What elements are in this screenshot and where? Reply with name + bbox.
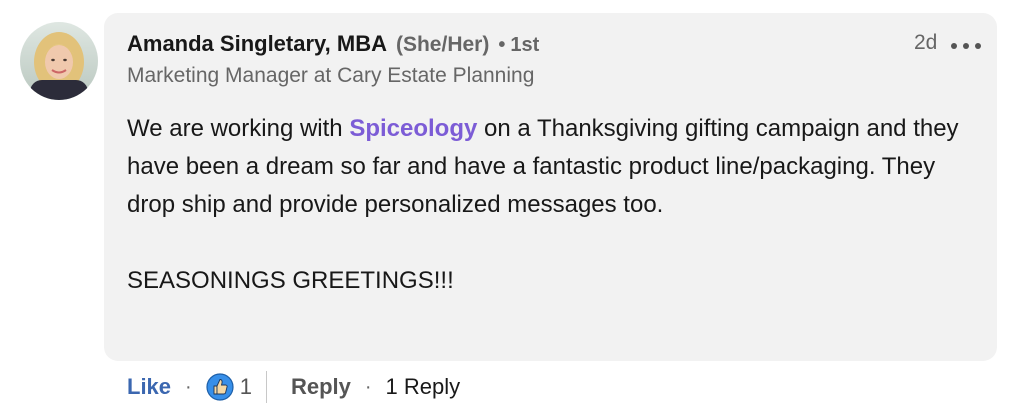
reply-count-link[interactable]: 1 Reply (386, 374, 461, 400)
more-icon-dot (975, 43, 981, 49)
avatar[interactable] (20, 22, 98, 100)
comment-text-before: We are working with (127, 115, 350, 142)
more-icon-dot (951, 43, 957, 49)
comment-text: We are working with Spiceology on a Than… (127, 110, 977, 300)
action-separator: · (185, 375, 192, 398)
degree-separator: • (498, 34, 506, 56)
like-button[interactable]: Like (127, 374, 171, 400)
reply-button[interactable]: Reply (291, 374, 351, 400)
reaction-count[interactable]: 1 (240, 374, 252, 400)
connection-degree: 1st (510, 34, 540, 56)
company-mention-link[interactable]: Spiceology (349, 115, 477, 142)
avatar-photo (20, 22, 98, 100)
action-separator: · (364, 375, 372, 398)
action-divider (265, 371, 267, 403)
comment-paragraph: We are working with Spiceology on a Than… (127, 110, 977, 224)
comment-greeting: SEASONINGS GREETINGS!!! (127, 267, 454, 294)
author-info: Amanda Singletary, MBA (She/Her) • 1st (127, 31, 539, 61)
comment-actions: Like · 1 Reply · 1 Reply (127, 369, 460, 405)
author-pronouns: (She/Her) (395, 33, 490, 56)
like-reaction-icon[interactable] (206, 373, 234, 401)
author-name[interactable]: Amanda Singletary, MBA (127, 31, 387, 57)
comment-timestamp: 2d (914, 31, 938, 54)
more-icon[interactable] (951, 37, 981, 55)
author-headline: Marketing Manager at Cary Estate Plannin… (127, 64, 535, 87)
more-icon-dot (963, 43, 969, 49)
